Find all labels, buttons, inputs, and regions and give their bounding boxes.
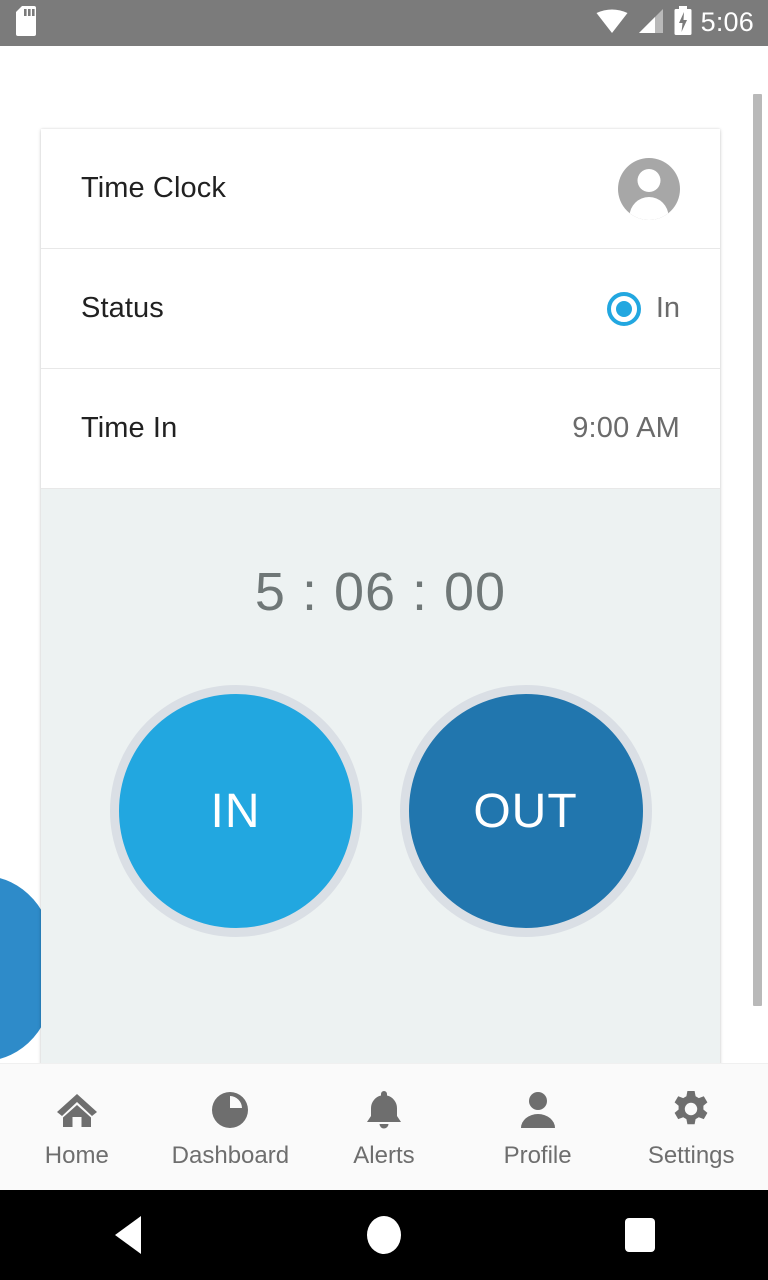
gear-icon xyxy=(669,1088,713,1132)
punch-buttons-group: IN OUT xyxy=(41,685,720,937)
time-clock-card: Time Clock Status In Time In 9:00 AM 5:… xyxy=(41,129,720,1063)
status-bar-left xyxy=(16,5,40,41)
cellular-signal-icon xyxy=(637,8,665,39)
android-status-bar: 5:06 xyxy=(0,0,768,46)
status-value: In xyxy=(655,292,680,324)
status-bar-clock: 5:06 xyxy=(700,6,754,37)
status-radio-icon[interactable] xyxy=(606,291,641,326)
elapsed-timer: 5 : 06 : 00 xyxy=(254,562,507,622)
person-icon xyxy=(516,1088,560,1132)
nav-label-alerts: Alerts xyxy=(353,1142,415,1169)
battery-charging-icon xyxy=(674,5,692,41)
status-label: Status xyxy=(81,292,164,324)
back-icon xyxy=(115,1216,141,1254)
time-in-value: 9:00 AM xyxy=(572,412,680,444)
page-title: Time Clock xyxy=(81,172,226,204)
status-row: Status In xyxy=(41,249,720,369)
nav-item-alerts[interactable]: Alerts xyxy=(307,1084,461,1170)
android-home-button[interactable] xyxy=(256,1216,512,1254)
bell-icon xyxy=(362,1088,406,1132)
home-icon xyxy=(55,1088,99,1132)
user-avatar-icon[interactable] xyxy=(618,157,680,220)
nav-item-home[interactable]: Home xyxy=(0,1084,154,1170)
clock-panel: 5 : 06 : 00 IN OUT xyxy=(41,489,720,1063)
punch-in-button[interactable]: IN xyxy=(109,685,362,937)
android-back-button[interactable] xyxy=(0,1216,256,1254)
nav-label-dashboard: Dashboard xyxy=(171,1142,290,1169)
nav-label-profile: Profile xyxy=(503,1142,572,1169)
recents-square-icon xyxy=(625,1218,655,1252)
status-control[interactable]: In xyxy=(606,291,680,326)
nav-item-profile[interactable]: Profile xyxy=(461,1084,615,1170)
vertical-scrollbar[interactable] xyxy=(753,94,762,1006)
sd-card-icon xyxy=(16,5,40,41)
wifi-icon xyxy=(596,8,628,39)
time-in-value-container: 9:00 AM xyxy=(572,412,680,445)
pie-chart-icon xyxy=(208,1088,252,1132)
nav-label-home: Home xyxy=(44,1142,109,1169)
time-in-label: Time In xyxy=(81,412,178,444)
punch-out-button[interactable]: OUT xyxy=(399,685,652,937)
nav-item-settings[interactable]: Settings xyxy=(614,1084,768,1170)
nav-item-dashboard[interactable]: Dashboard xyxy=(154,1084,308,1170)
time-in-row: Time In 9:00 AM xyxy=(41,369,720,489)
phone-screen: 5:06 Time Clock Status In Time In 9:00 A… xyxy=(0,0,768,1280)
card-header-row: Time Clock xyxy=(41,129,720,249)
nav-label-settings: Settings xyxy=(647,1142,735,1169)
app-content-area: Time Clock Status In Time In 9:00 AM 5:… xyxy=(0,46,768,1063)
home-circle-icon xyxy=(367,1216,401,1254)
bottom-navigation-bar: Home Dashboard Alerts Profile Settings xyxy=(0,1063,768,1190)
avatar-container[interactable] xyxy=(618,157,680,220)
status-bar-right: 5:06 xyxy=(596,5,754,41)
android-navigation-bar xyxy=(0,1190,768,1280)
android-recents-button[interactable] xyxy=(512,1218,768,1252)
